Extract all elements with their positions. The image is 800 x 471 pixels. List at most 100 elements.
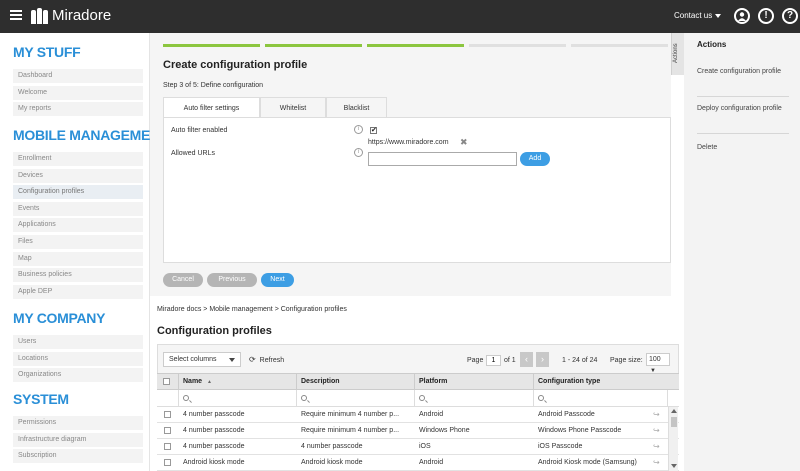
allowed-url-input[interactable]: [368, 152, 517, 166]
wizard-step-segment: [163, 44, 260, 47]
action-deploy-configuration-profile[interactable]: Deploy configuration profile: [697, 104, 789, 114]
user-icon[interactable]: [734, 8, 750, 24]
page-number-input[interactable]: [486, 355, 501, 366]
info-icon[interactable]: i: [354, 148, 363, 157]
filter-name-input[interactable]: [179, 390, 297, 407]
refresh-label: Refresh: [259, 357, 285, 364]
refresh-button[interactable]: ⟳ Refresh: [249, 355, 284, 364]
row-action-icon[interactable]: ↪: [653, 439, 660, 455]
sidebar-item-configuration-profiles[interactable]: Configuration profiles: [13, 185, 143, 200]
sidebar-item-events[interactable]: Events: [13, 201, 143, 216]
sidebar-item-enrollment[interactable]: Enrollment: [13, 152, 143, 166]
sidebar-item-map[interactable]: Map: [13, 251, 143, 266]
miradore-logo-icon: [31, 6, 49, 24]
chevron-down-icon: [229, 358, 235, 362]
column-header-platform[interactable]: Platform: [415, 374, 534, 391]
table-cell: iOS Passcode: [538, 443, 583, 450]
column-header-name[interactable]: Name ▲: [179, 374, 297, 391]
add-url-button[interactable]: Add: [520, 152, 550, 166]
alert-icon[interactable]: !: [758, 8, 774, 24]
sidebar-item-welcome[interactable]: Welcome: [13, 85, 143, 100]
column-header-configuration-type[interactable]: Configuration type: [534, 374, 679, 391]
table-row[interactable]: 4 number passcode Require minimum 4 numbe…: [157, 423, 679, 439]
row-checkbox[interactable]: [164, 459, 171, 466]
table-row[interactable]: Android kiosk mode Android kiosk mode Andr…: [157, 455, 679, 471]
allowed-urls-label: Allowed URLs: [171, 150, 215, 157]
actions-panel: Actions Create configuration profile Dep…: [684, 33, 800, 471]
help-icon[interactable]: ?: [782, 8, 798, 24]
sidebar-item-subscription[interactable]: Subscription: [13, 449, 143, 464]
page-size-select[interactable]: 100 ▼: [646, 353, 670, 374]
page-title: Configuration profiles: [157, 325, 272, 337]
sidebar-item-infrastructure-diagram[interactable]: Infrastructure diagram: [13, 432, 143, 447]
table-row[interactable]: 4 number passcode Require minimum 4 numbe…: [157, 407, 679, 423]
sidebar-item-locations[interactable]: Locations: [13, 351, 143, 366]
row-checkbox[interactable]: [164, 427, 171, 434]
logo[interactable]: Miradore: [31, 6, 111, 24]
sidebar-section-title: MY COMPANY: [13, 310, 106, 326]
sidebar-item-organizations[interactable]: Organizations: [13, 368, 143, 383]
table-cell: Android Kiosk mode (Samsung): [538, 459, 637, 466]
next-page-button[interactable]: ›: [536, 352, 549, 367]
wizard-step-segment: [571, 44, 668, 47]
table-cell: 4 number passcode: [183, 411, 245, 418]
row-checkbox[interactable]: [164, 411, 171, 418]
tab-whitelist[interactable]: Whitelist: [260, 97, 326, 118]
tab-auto-filter-settings[interactable]: Auto filter settings: [163, 97, 260, 118]
sidebar-item-users[interactable]: Users: [13, 335, 143, 349]
sidebar-item-my-reports[interactable]: My reports: [13, 102, 143, 117]
search-icon: [538, 395, 544, 401]
action-create-configuration-profile[interactable]: Create configuration profile: [697, 67, 789, 77]
sidebar-item-business-policies[interactable]: Business policies: [13, 268, 143, 283]
search-icon: [301, 395, 307, 401]
sidebar-item-applications[interactable]: Applications: [13, 218, 143, 233]
sidebar-item-dashboard[interactable]: Dashboard: [13, 69, 143, 83]
select-columns-dropdown[interactable]: Select columns: [163, 352, 241, 367]
remove-url-icon[interactable]: ✖: [460, 137, 468, 148]
previous-button[interactable]: Previous: [207, 273, 257, 287]
sidebar-item-permissions[interactable]: Permissions: [13, 416, 143, 430]
action-delete[interactable]: Delete: [697, 143, 789, 153]
column-name-label: Name: [183, 378, 203, 385]
refresh-icon: ⟳: [249, 355, 256, 364]
page-size-label: Page size:: [610, 357, 643, 364]
scrollbar-thumb[interactable]: [671, 417, 677, 427]
sidebar-item-apple-dep[interactable]: Apple DEP: [13, 284, 143, 299]
table-scrollbar[interactable]: [668, 407, 678, 471]
info-icon[interactable]: i: [354, 125, 363, 134]
sidebar-item-devices[interactable]: Devices: [13, 168, 143, 183]
page-count: of 1: [504, 357, 516, 364]
tab-blacklist[interactable]: Blacklist: [326, 97, 387, 118]
row-action-icon[interactable]: ↪: [653, 407, 660, 423]
row-action-icon[interactable]: ↪: [653, 455, 660, 471]
sidebar-section-title: SYSTEM: [13, 391, 69, 407]
previous-page-button[interactable]: ‹: [520, 352, 533, 367]
scroll-down-icon[interactable]: [671, 464, 677, 468]
table-cell: Android Passcode: [538, 411, 595, 418]
scroll-up-icon[interactable]: [671, 409, 677, 413]
sort-ascending-icon: ▲: [207, 379, 212, 385]
contact-us-menu[interactable]: Contact us: [674, 11, 722, 20]
menu-icon[interactable]: [10, 10, 22, 20]
logo-text: Miradore: [52, 6, 112, 24]
actions-tab[interactable]: Actions: [671, 33, 684, 75]
filter-platform-input[interactable]: [415, 390, 534, 407]
sidebar-item-files[interactable]: Files: [13, 235, 143, 249]
row-checkbox[interactable]: [164, 443, 171, 450]
filter-configuration-type-input[interactable]: [534, 390, 668, 407]
row-action-icon[interactable]: ↪: [653, 423, 660, 439]
table-cell: Require minimum 4 number p...: [301, 411, 400, 418]
column-header-description[interactable]: Description: [297, 374, 415, 391]
select-all-checkbox[interactable]: [163, 378, 170, 385]
auto-filter-checkbox[interactable]: ✔: [370, 127, 377, 134]
search-icon: [419, 395, 425, 401]
filter-description-input[interactable]: [297, 390, 415, 407]
cancel-button[interactable]: Cancel: [163, 273, 203, 287]
table-cell: Windows Phone: [419, 427, 470, 434]
table-row[interactable]: 4 number passcode 4 number passcode iOS iOS…: [157, 439, 679, 455]
table-cell: iOS: [419, 443, 431, 450]
next-button[interactable]: Next: [261, 273, 294, 287]
wizard-step-segment: [367, 44, 464, 47]
wizard-step-segment: [469, 44, 566, 47]
filter-cell: [157, 390, 179, 407]
